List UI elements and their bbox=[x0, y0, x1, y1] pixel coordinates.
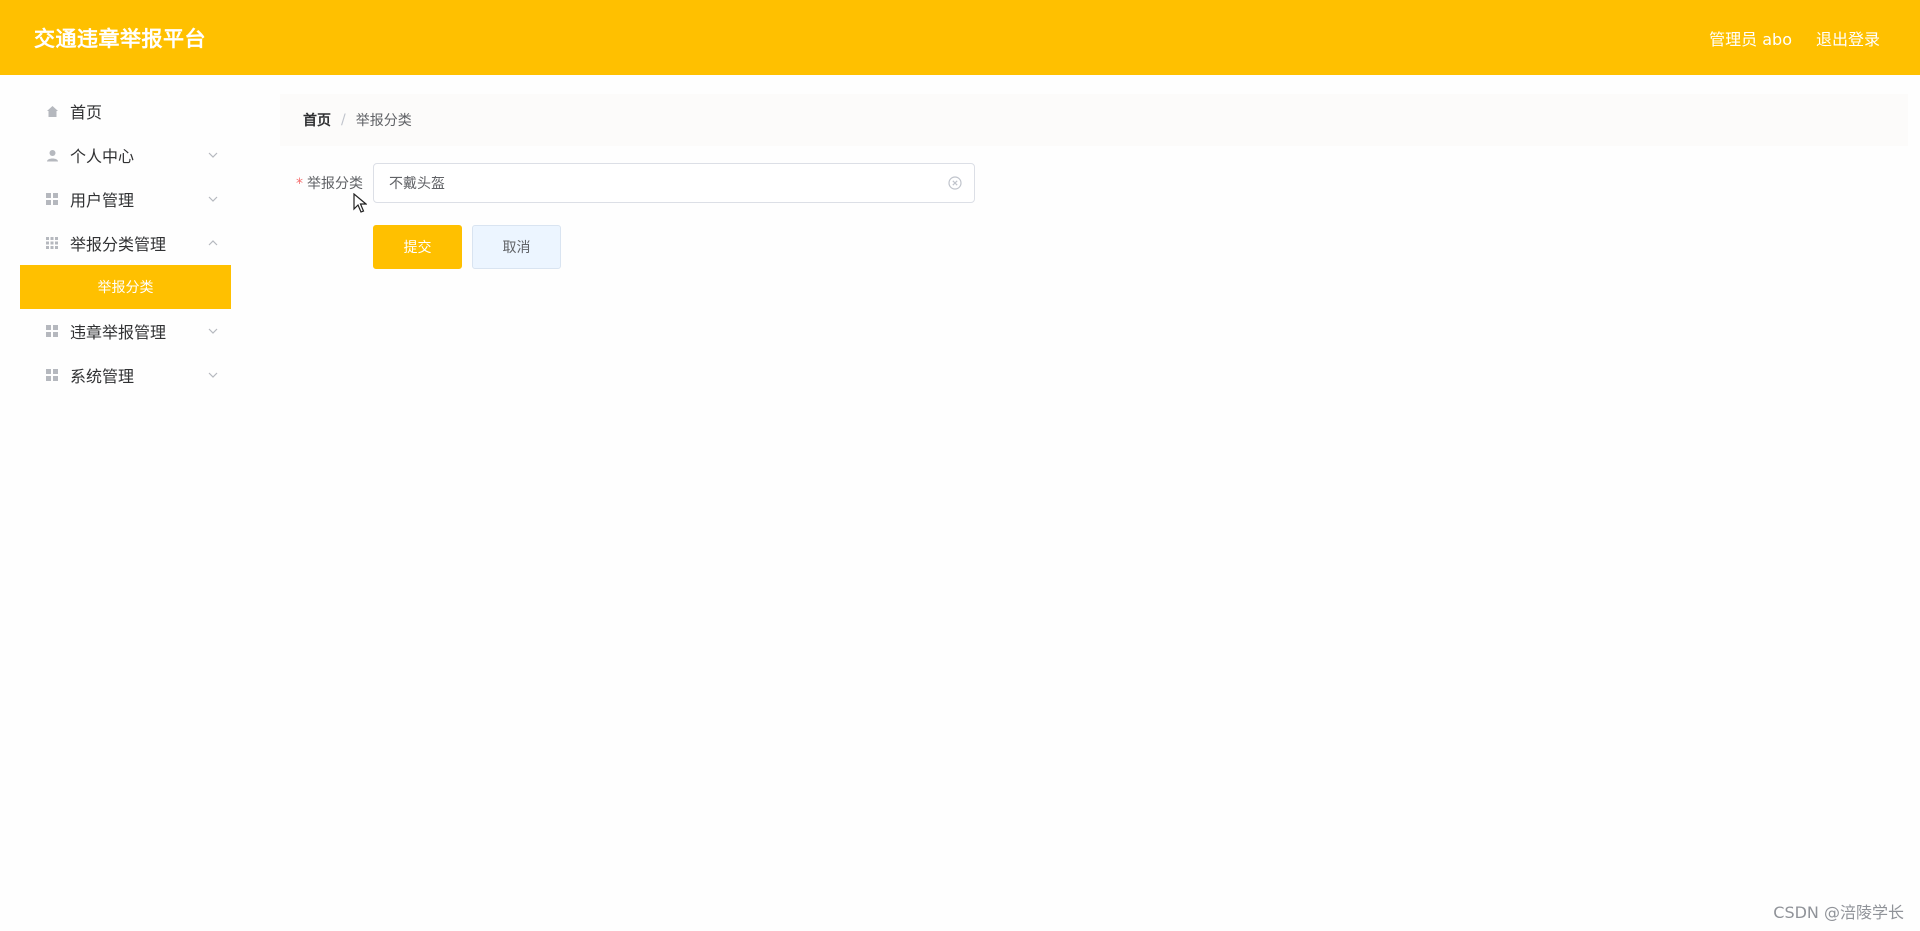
category-input-wrapper bbox=[373, 163, 975, 203]
chevron-down-icon bbox=[207, 325, 219, 337]
main-content: 首页 / 举报分类 *举报分类 提交 取消 bbox=[280, 75, 1908, 269]
submit-button[interactable]: 提交 bbox=[373, 225, 462, 269]
cancel-button[interactable]: 取消 bbox=[472, 225, 561, 269]
sidebar: 首页 个人中心 用户管理 举报分类管理 举报分类 违章举报管理 系统管理 bbox=[20, 75, 231, 931]
required-mark: * bbox=[296, 176, 303, 192]
sidebar-item-system-mgmt[interactable]: 系统管理 bbox=[20, 353, 231, 397]
sidebar-item-label: 个人中心 bbox=[70, 147, 135, 166]
grid-icon bbox=[44, 191, 60, 207]
current-user-label: 管理员 abo bbox=[1709, 29, 1792, 49]
breadcrumb: 首页 / 举报分类 bbox=[280, 94, 1908, 146]
grid-icon bbox=[44, 323, 60, 339]
top-header: 交通违章举报平台 管理员 abo 退出登录 bbox=[0, 0, 1920, 75]
sidebar-item-profile[interactable]: 个人中心 bbox=[20, 133, 231, 177]
logout-link[interactable]: 退出登录 bbox=[1816, 26, 1880, 50]
sidebar-item-users[interactable]: 用户管理 bbox=[20, 177, 231, 221]
sidebar-item-report-category-mgmt[interactable]: 举报分类管理 bbox=[20, 221, 231, 265]
sidebar-item-violation-report-mgmt[interactable]: 违章举报管理 bbox=[20, 309, 231, 353]
sidebar-item-home[interactable]: 首页 bbox=[20, 89, 231, 133]
sidebar-subitem-report-category[interactable]: 举报分类 bbox=[20, 265, 231, 309]
app-title: 交通违章举报平台 bbox=[34, 26, 206, 51]
form-actions: 提交 取消 bbox=[373, 225, 1908, 269]
category-field-label: * 举报分类 bbox=[280, 173, 373, 193]
sidebar-item-label: 首页 bbox=[70, 103, 103, 122]
sidebar-item-label: 系统管理 bbox=[70, 367, 135, 386]
grid-icon bbox=[44, 367, 60, 383]
watermark: CSDN @涪陵学长 bbox=[1773, 903, 1904, 922]
form-row-category: * 举报分类 bbox=[280, 163, 1908, 203]
user-icon bbox=[44, 147, 60, 163]
header-user-area: 管理员 abo 退出登录 bbox=[1709, 26, 1880, 50]
grid-icon bbox=[44, 235, 60, 251]
breadcrumb-separator: / bbox=[341, 112, 346, 128]
sidebar-item-label: 用户管理 bbox=[70, 191, 135, 210]
chevron-down-icon bbox=[207, 193, 219, 205]
clear-icon[interactable] bbox=[948, 176, 962, 190]
chevron-down-icon bbox=[207, 149, 219, 161]
sidebar-item-label: 举报分类管理 bbox=[70, 235, 167, 254]
mouse-cursor-icon bbox=[353, 192, 368, 217]
chevron-down-icon bbox=[207, 369, 219, 381]
sidebar-item-label: 违章举报管理 bbox=[70, 323, 167, 342]
chevron-up-icon bbox=[207, 237, 219, 249]
breadcrumb-home[interactable]: 首页 bbox=[303, 110, 331, 130]
breadcrumb-current: 举报分类 bbox=[355, 113, 412, 129]
home-icon bbox=[44, 103, 60, 119]
category-label-text: 举报分类 bbox=[307, 176, 363, 192]
category-input[interactable] bbox=[389, 175, 948, 191]
